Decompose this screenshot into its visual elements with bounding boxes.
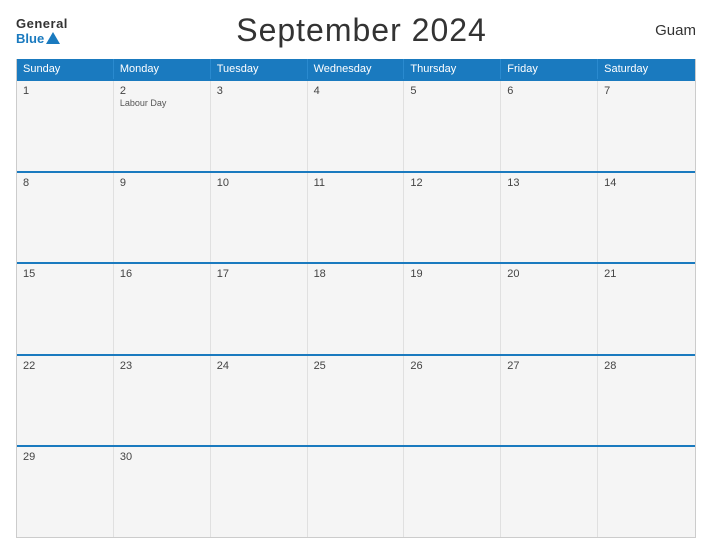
day-cell: 1 bbox=[17, 81, 114, 171]
day-cell: 22 bbox=[17, 356, 114, 446]
day-cell: 13 bbox=[501, 173, 598, 263]
week-row-2: 8 9 10 11 12 13 14 bbox=[17, 171, 695, 263]
week-row-4: 22 23 24 25 26 27 28 bbox=[17, 354, 695, 446]
day-cell: 26 bbox=[404, 356, 501, 446]
header-saturday: Saturday bbox=[598, 59, 695, 79]
day-cell: 29 bbox=[17, 447, 114, 537]
day-cell: 25 bbox=[308, 356, 405, 446]
day-cell-empty bbox=[501, 447, 598, 537]
day-cell-empty bbox=[404, 447, 501, 537]
day-cell: 19 bbox=[404, 264, 501, 354]
logo-blue-text: Blue bbox=[16, 31, 44, 46]
day-cell: 12 bbox=[404, 173, 501, 263]
day-cell: 27 bbox=[501, 356, 598, 446]
header-thursday: Thursday bbox=[404, 59, 501, 79]
day-cell: 10 bbox=[211, 173, 308, 263]
day-cell: 4 bbox=[308, 81, 405, 171]
region-label: Guam bbox=[655, 22, 696, 39]
week-row-1: 1 2Labour Day 3 4 5 6 7 bbox=[17, 79, 695, 171]
logo-general-text: General bbox=[16, 16, 68, 31]
logo: General Blue bbox=[16, 16, 68, 46]
day-cell: 20 bbox=[501, 264, 598, 354]
weeks-container: 1 2Labour Day 3 4 5 6 7 8 9 10 11 12 13 … bbox=[17, 79, 695, 537]
day-cell: 18 bbox=[308, 264, 405, 354]
week-row-3: 15 16 17 18 19 20 21 bbox=[17, 262, 695, 354]
day-cell: 14 bbox=[598, 173, 695, 263]
header-wednesday: Wednesday bbox=[308, 59, 405, 79]
day-cell-empty bbox=[598, 447, 695, 537]
day-cell: 16 bbox=[114, 264, 211, 354]
logo-blue-row: Blue bbox=[16, 31, 60, 46]
header-monday: Monday bbox=[114, 59, 211, 79]
day-cell: 24 bbox=[211, 356, 308, 446]
header-tuesday: Tuesday bbox=[211, 59, 308, 79]
header-sunday: Sunday bbox=[17, 59, 114, 79]
page: General Blue September 2024 Guam Sunday … bbox=[0, 0, 712, 550]
header: General Blue September 2024 Guam bbox=[16, 12, 696, 49]
day-cell: 7 bbox=[598, 81, 695, 171]
day-cell: 2Labour Day bbox=[114, 81, 211, 171]
day-cell: 6 bbox=[501, 81, 598, 171]
logo-triangle-icon bbox=[46, 32, 60, 44]
day-cell: 30 bbox=[114, 447, 211, 537]
day-cell-empty bbox=[308, 447, 405, 537]
week-row-5: 29 30 bbox=[17, 445, 695, 537]
day-cell: 11 bbox=[308, 173, 405, 263]
day-cell: 3 bbox=[211, 81, 308, 171]
day-cell: 9 bbox=[114, 173, 211, 263]
header-friday: Friday bbox=[501, 59, 598, 79]
day-cell: 8 bbox=[17, 173, 114, 263]
day-cell: 17 bbox=[211, 264, 308, 354]
day-cell: 5 bbox=[404, 81, 501, 171]
day-cell: 28 bbox=[598, 356, 695, 446]
day-headers-row: Sunday Monday Tuesday Wednesday Thursday… bbox=[17, 59, 695, 79]
day-cell: 23 bbox=[114, 356, 211, 446]
day-cell: 21 bbox=[598, 264, 695, 354]
calendar: Sunday Monday Tuesday Wednesday Thursday… bbox=[16, 59, 696, 538]
day-cell: 15 bbox=[17, 264, 114, 354]
calendar-title: September 2024 bbox=[236, 12, 487, 49]
day-cell-empty bbox=[211, 447, 308, 537]
